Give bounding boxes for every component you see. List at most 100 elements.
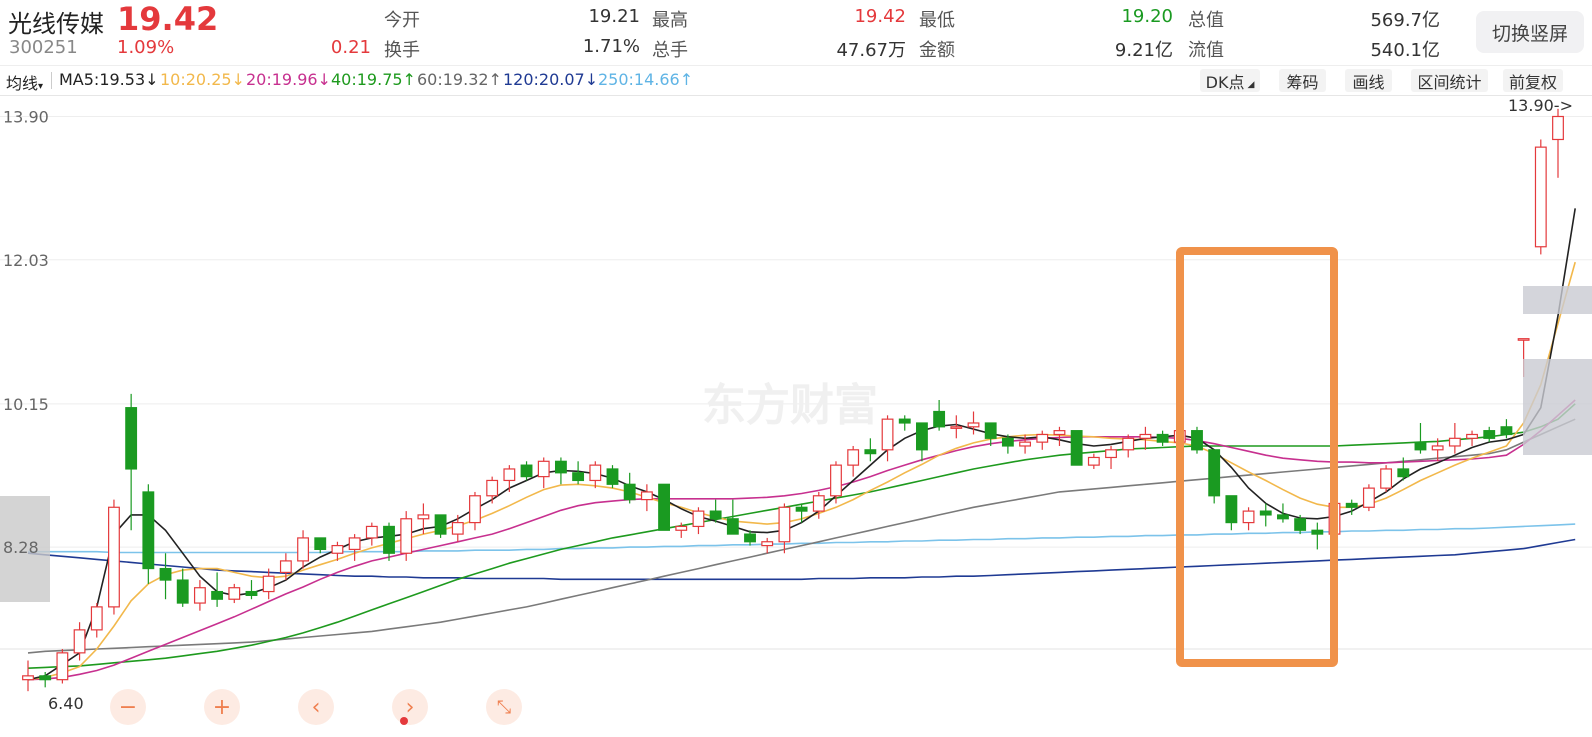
stock-code: 300251 <box>9 37 78 58</box>
candle-down <box>744 533 756 543</box>
zoom-out-button[interactable]: − <box>110 689 146 725</box>
volume-value: 47.67万 <box>836 40 906 61</box>
min-price-marker: 6.40 <box>48 694 84 713</box>
candle-up <box>950 426 963 429</box>
ma60-line <box>27 418 1576 654</box>
candle-up <box>469 495 481 524</box>
candle-up <box>537 460 550 478</box>
candle-down <box>726 518 739 535</box>
candle-up <box>417 514 430 520</box>
range-stats-button[interactable]: 区间统计 <box>1411 69 1488 92</box>
candle-up <box>400 518 413 554</box>
y-tick-label: 12.03 <box>3 251 49 270</box>
candle-down <box>898 418 911 424</box>
candle-up <box>589 464 602 482</box>
high-value: 19.42 <box>854 6 906 27</box>
ma-type-select[interactable]: 均线▾ <box>6 70 43 94</box>
low-label: 最低 <box>919 10 955 31</box>
candle-up <box>1466 433 1478 439</box>
turnover-label: 换手 <box>384 40 420 61</box>
candle-down <box>125 407 138 470</box>
candle-up <box>1380 468 1393 489</box>
volume-label: 总手 <box>652 40 688 61</box>
candle-down <box>176 579 189 604</box>
candle-down <box>1483 430 1496 439</box>
turnover-value: 1.71% <box>582 36 640 57</box>
candle-up <box>1552 115 1564 141</box>
adjust-button[interactable]: 前复权 <box>1503 69 1563 92</box>
candle-down <box>1070 430 1083 466</box>
candle-up <box>1053 430 1066 436</box>
candle-down <box>1311 529 1324 535</box>
candle-down <box>314 537 327 551</box>
total-mv-label: 总值 <box>1188 10 1224 31</box>
candle-up <box>1139 433 1152 439</box>
float-mv-label: 流值 <box>1188 40 1224 61</box>
scroll-right-button[interactable]: › <box>392 689 428 725</box>
dk-point-button[interactable]: DK点 ◢ <box>1200 69 1260 92</box>
chevron-left-icon: ‹ <box>311 694 321 720</box>
candle-down <box>709 510 722 520</box>
candle-up <box>348 537 361 551</box>
candle-down <box>211 590 224 600</box>
indicator-toolbar: 均线▾ MA5:19.53↓ 10:20.25↓ 20:19.96↓ 40:19… <box>0 65 1592 96</box>
candlestick-chart[interactable]: 东方财富 13.90 12.03 10.15 8.28 13.90-> 6.40 <box>0 95 1592 737</box>
candle-down <box>1259 510 1272 516</box>
candle-up <box>761 541 774 547</box>
candle-down <box>984 422 997 439</box>
plus-icon: + <box>212 694 232 720</box>
candle-down <box>1225 495 1238 524</box>
candle-down <box>1345 502 1358 508</box>
candle-up <box>56 652 69 681</box>
draw-line-button[interactable]: 画线 <box>1345 69 1392 92</box>
candle-up <box>881 418 894 451</box>
switch-orientation-button[interactable]: 切换竖屏 <box>1476 11 1584 53</box>
candle-down <box>795 506 808 512</box>
candle-up <box>778 506 791 543</box>
candle-up <box>967 422 980 428</box>
candle-down <box>554 460 567 474</box>
candle-down <box>1414 441 1427 451</box>
change-amount: 0.21 <box>330 37 371 58</box>
candle-down <box>623 483 636 501</box>
candle-down <box>933 410 946 428</box>
candle-up <box>1431 445 1444 451</box>
candle-up <box>1036 433 1049 443</box>
ma250-line <box>28 523 1576 554</box>
change-percent: 1.09% <box>117 37 175 58</box>
candle-up <box>297 537 309 562</box>
candle-down <box>1001 437 1014 447</box>
ma10-line <box>27 261 1576 681</box>
stock-price: 19.42 <box>117 0 219 38</box>
y-tick-label: 10.15 <box>3 395 49 414</box>
y-tick-label: 8.28 <box>3 538 39 557</box>
candle-down <box>658 483 670 531</box>
candle-up <box>262 575 275 593</box>
candle-up <box>812 495 825 512</box>
ma250-readout: 250:14.66↑ <box>598 70 694 89</box>
right-shade-block-small <box>1523 286 1592 314</box>
dk-point-label: DK点 <box>1205 72 1245 92</box>
ma10-readout: 10:20.25↓ <box>160 70 245 89</box>
chip-button[interactable]: 筹码 <box>1279 69 1326 92</box>
candle-up <box>279 560 292 574</box>
stock-name: 光线传媒 <box>8 10 104 38</box>
candle-down <box>1191 430 1203 451</box>
candle-down <box>1500 426 1513 436</box>
candle-up <box>451 521 464 535</box>
candle-up <box>1534 146 1547 248</box>
candle-down <box>39 675 52 681</box>
candle-up <box>830 464 842 497</box>
candle-down <box>159 567 172 581</box>
candle-up <box>640 491 653 501</box>
candle-down <box>383 525 395 554</box>
candle-up <box>847 449 860 466</box>
candle-up <box>22 675 34 681</box>
candle-up <box>1087 456 1100 466</box>
candle-down <box>142 491 155 570</box>
candle-up <box>503 468 516 482</box>
reset-zoom-button[interactable]: ⤡ <box>486 689 522 725</box>
zoom-in-button[interactable]: + <box>204 689 240 725</box>
candle-up <box>1105 449 1117 459</box>
scroll-left-button[interactable]: ‹ <box>298 689 334 725</box>
